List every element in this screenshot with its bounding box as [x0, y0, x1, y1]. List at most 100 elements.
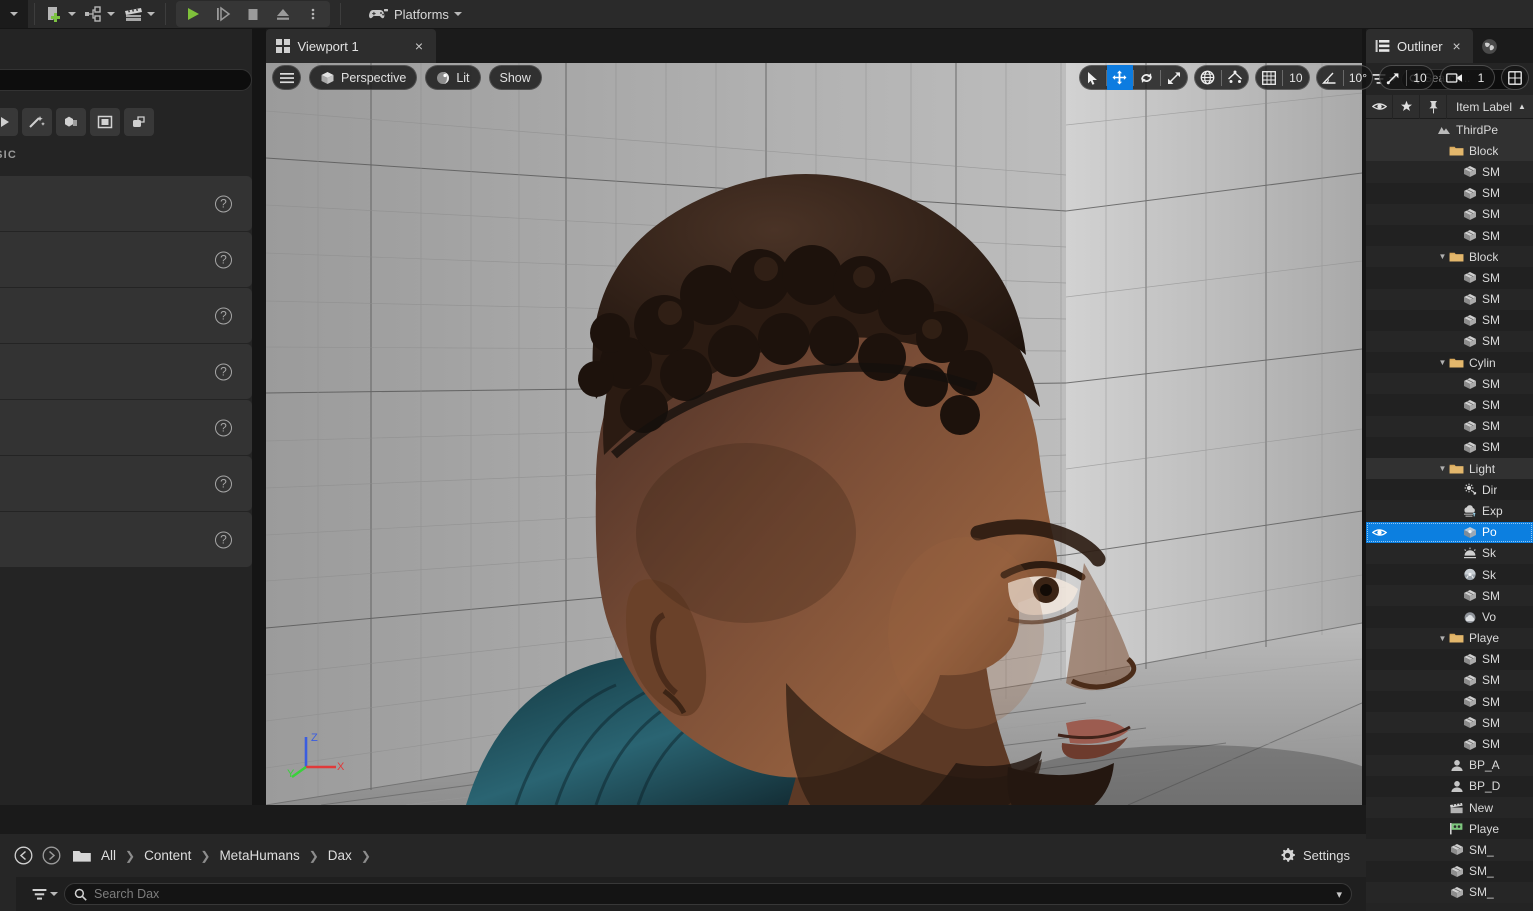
camera-speed-toggle[interactable]: [1441, 65, 1468, 90]
help-icon[interactable]: ?: [215, 195, 232, 212]
skip-button[interactable]: [208, 2, 238, 26]
row-visibility-eye-icon[interactable]: [1369, 522, 1389, 543]
angle-snap-toggle[interactable]: [1317, 65, 1343, 90]
expand-twisty-icon[interactable]: ▼: [1437, 634, 1448, 643]
outliner-row-sk[interactable]: Sk: [1366, 542, 1533, 564]
toolbar-corner-menu[interactable]: [0, 0, 28, 28]
expand-twisty-icon[interactable]: ▼: [1437, 252, 1448, 261]
outliner-row-sm[interactable]: SM: [1366, 161, 1533, 183]
outliner-row-sm[interactable]: SM: [1366, 330, 1533, 353]
back-button[interactable]: [14, 846, 33, 865]
column-visibility[interactable]: [1366, 94, 1393, 119]
breadcrumb-metahumans[interactable]: MetaHumans: [219, 848, 299, 863]
outliner-tree[interactable]: ThirdPe Block SM SM SM SM ▼ Block SM SM SM SM ▼ Cylin…: [1366, 119, 1533, 911]
help-icon[interactable]: ?: [215, 307, 232, 324]
scale-snap-value[interactable]: 10: [1407, 65, 1433, 90]
platforms-button[interactable]: Platforms: [361, 2, 468, 26]
outliner-row-light[interactable]: ▼ Light: [1366, 458, 1533, 480]
content-browser-search-field[interactable]: ▾: [64, 883, 1352, 905]
grid-snap-value[interactable]: 10: [1283, 65, 1309, 90]
outliner-row-sm[interactable]: SM: [1366, 373, 1533, 395]
tab-outliner[interactable]: Outliner ×: [1366, 29, 1473, 63]
blueprints-button[interactable]: [80, 2, 119, 26]
help-icon[interactable]: ?: [215, 531, 232, 548]
place-actors-item[interactable]: ?: [0, 344, 252, 399]
outliner-row-bp-d[interactable]: BP_D: [1366, 775, 1533, 797]
outliner-row-dir[interactable]: Dir: [1366, 479, 1533, 501]
tab-viewport-1[interactable]: Viewport 1 ×: [266, 29, 436, 63]
viewport-show-button[interactable]: Show: [488, 65, 542, 90]
surface-snapping-button[interactable]: [1222, 65, 1248, 90]
category-tab-favorites[interactable]: [22, 108, 52, 136]
stop-button[interactable]: [238, 2, 268, 26]
outliner-row-exp[interactable]: Exp: [1366, 500, 1533, 522]
level-viewport[interactable]: Z X Y: [266, 63, 1362, 805]
place-actors-item[interactable]: ?: [0, 232, 252, 287]
outliner-row-sm-[interactable]: SM_: [1366, 860, 1533, 882]
help-icon[interactable]: ?: [215, 363, 232, 380]
content-browser-filter-button[interactable]: [32, 888, 58, 901]
outliner-row-block[interactable]: ▼ Block: [1366, 246, 1533, 268]
outliner-row-sm[interactable]: SM: [1366, 394, 1533, 416]
chevron-down-icon[interactable]: ▾: [1336, 888, 1342, 901]
category-tab-lights[interactable]: [90, 108, 120, 136]
outliner-row-sm[interactable]: SM: [1366, 267, 1533, 289]
cinematics-button[interactable]: [119, 2, 159, 26]
category-tab-recently-placed[interactable]: [0, 108, 18, 136]
outliner-row-sm[interactable]: SM: [1366, 288, 1533, 310]
outliner-row-sm[interactable]: SM: [1366, 648, 1533, 670]
outliner-row-sm[interactable]: SM: [1366, 224, 1533, 247]
outliner-row-sm[interactable]: SM: [1366, 712, 1533, 734]
outliner-row-playe[interactable]: Playe: [1366, 818, 1533, 840]
eject-button[interactable]: [268, 2, 298, 26]
viewport-perspective-button[interactable]: Perspective: [309, 65, 418, 90]
content-browser-settings-button[interactable]: Settings: [1279, 847, 1350, 864]
help-icon[interactable]: ?: [215, 475, 232, 492]
outliner-row-vo[interactable]: Vo: [1366, 606, 1533, 628]
move-tool-button[interactable]: [1106, 65, 1133, 90]
column-pin[interactable]: [1420, 94, 1447, 119]
place-actors-item[interactable]: ?: [0, 176, 252, 231]
add-actor-button[interactable]: [41, 2, 80, 26]
place-actors-item[interactable]: ?: [0, 512, 252, 567]
viewport-lit-button[interactable]: Lit: [425, 65, 481, 90]
close-icon[interactable]: ×: [412, 38, 426, 54]
outliner-row-sm[interactable]: SM: [1366, 733, 1533, 755]
camera-speed-value[interactable]: 1: [1468, 65, 1494, 90]
outliner-row-playe[interactable]: ▼ Playe: [1366, 627, 1533, 649]
outliner-row-sk[interactable]: Sk: [1366, 563, 1533, 586]
breadcrumb-content[interactable]: Content: [144, 848, 191, 863]
play-more-options-button[interactable]: [298, 2, 328, 26]
select-tool-button[interactable]: [1080, 65, 1106, 90]
place-actors-search-input[interactable]: [0, 69, 252, 91]
outliner-row-new[interactable]: New: [1366, 797, 1533, 819]
outliner-row-sm-[interactable]: SM_: [1366, 839, 1533, 861]
outliner-row-sm-[interactable]: SM_: [1366, 881, 1533, 903]
column-item-label[interactable]: Item Label ▲: [1447, 100, 1533, 114]
help-icon[interactable]: ?: [215, 251, 232, 268]
outliner-row-sm[interactable]: SM: [1366, 415, 1533, 437]
content-browser-search-input[interactable]: [94, 887, 1330, 901]
scale-tool-button[interactable]: [1161, 65, 1187, 90]
grid-snap-toggle[interactable]: [1256, 65, 1282, 90]
outliner-row-bp-a[interactable]: BP_A: [1366, 754, 1533, 776]
outliner-row-cylin[interactable]: ▼ Cylin: [1366, 352, 1533, 374]
outliner-row-sm[interactable]: SM: [1366, 182, 1533, 204]
world-coordinates-button[interactable]: [1195, 65, 1221, 90]
outliner-row-sm[interactable]: SM: [1366, 436, 1533, 458]
outliner-row-po[interactable]: Po: [1366, 521, 1533, 543]
expand-twisty-icon[interactable]: ▼: [1437, 464, 1448, 473]
scale-snap-toggle[interactable]: [1380, 65, 1406, 90]
outliner-row-sm[interactable]: SM: [1366, 691, 1533, 713]
close-icon[interactable]: ×: [1450, 38, 1464, 54]
play-button[interactable]: [178, 2, 208, 26]
category-tab-shapes[interactable]: [124, 108, 154, 136]
outliner-row-block[interactable]: Block: [1366, 140, 1533, 162]
outliner-row-sm[interactable]: SM: [1366, 585, 1533, 607]
place-actors-item[interactable]: ?: [0, 456, 252, 511]
forward-button[interactable]: [42, 846, 61, 865]
breadcrumb-dax[interactable]: Dax: [328, 848, 352, 863]
breadcrumb-all[interactable]: All: [101, 848, 116, 863]
help-icon[interactable]: ?: [215, 419, 232, 436]
viewport-menu-button[interactable]: [272, 65, 301, 90]
